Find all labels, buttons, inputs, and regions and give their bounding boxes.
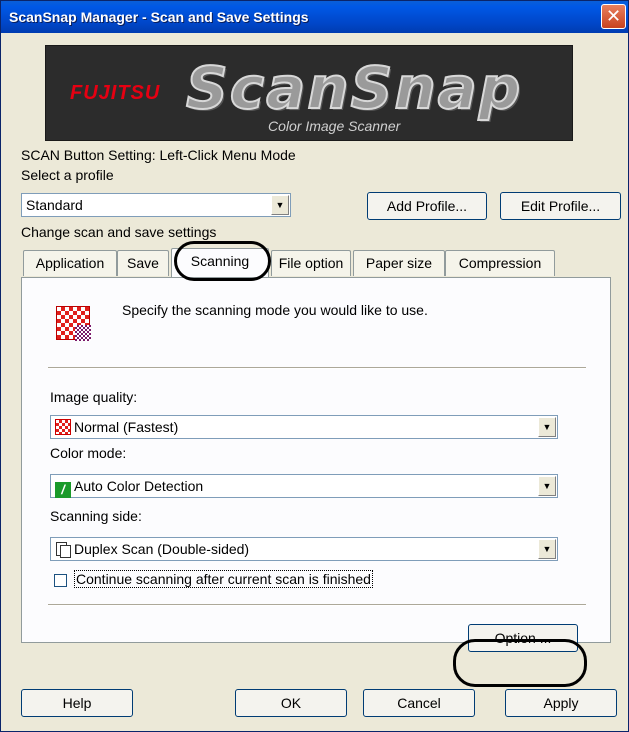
banner-subtitle: Color Image Scanner	[268, 118, 401, 134]
profile-select-value: Standard	[26, 197, 83, 213]
edit-profile-button[interactable]: Edit Profile...	[500, 192, 621, 220]
color-mode-select[interactable]: / Auto Color Detection ▼	[50, 474, 558, 498]
scanning-side-select[interactable]: Duplex Scan (Double-sided) ▼	[50, 537, 558, 561]
auto-color-icon: /	[55, 482, 71, 498]
ok-button[interactable]: OK	[235, 689, 347, 717]
chevron-down-icon[interactable]: ▼	[538, 539, 556, 559]
scanning-side-value: Duplex Scan (Double-sided)	[74, 541, 250, 557]
color-mode-label: Color mode:	[50, 445, 127, 461]
duplex-document-icon	[55, 541, 71, 558]
scan-save-settings-window: ScanSnap Manager - Scan and Save Setting…	[0, 0, 629, 732]
select-profile-label: Select a profile	[21, 167, 114, 183]
image-quality-label: Image quality:	[50, 389, 138, 405]
scansnap-logo: ScanSnap	[185, 53, 523, 123]
scanning-description: Specify the scanning mode you would like…	[122, 302, 428, 318]
checkered-quality-icon	[55, 419, 71, 435]
divider	[48, 367, 586, 369]
chevron-down-icon[interactable]: ▼	[538, 417, 556, 437]
divider	[48, 604, 586, 606]
tab-application[interactable]: Application	[23, 250, 117, 276]
settings-heading: Change scan and save settings	[21, 224, 217, 240]
scanning-side-label: Scanning side:	[50, 508, 142, 524]
cancel-button[interactable]: Cancel	[363, 689, 475, 717]
title-bar[interactable]: ScanSnap Manager - Scan and Save Setting…	[1, 1, 628, 33]
option-button[interactable]: Option ...	[468, 624, 578, 652]
apply-button[interactable]: Apply	[505, 689, 617, 717]
chevron-down-icon[interactable]: ▼	[538, 476, 556, 496]
color-mode-value: Auto Color Detection	[74, 478, 204, 494]
tab-scanning[interactable]: Scanning	[171, 248, 269, 277]
window-title: ScanSnap Manager - Scan and Save Setting…	[9, 9, 309, 25]
close-button[interactable]: ✕	[601, 4, 626, 29]
continue-scanning-checkbox[interactable]	[54, 574, 67, 587]
continue-scanning-label[interactable]: Continue scanning after current scan is …	[74, 570, 373, 588]
profile-select[interactable]: Standard ▼	[21, 193, 291, 217]
scanning-mode-icon	[56, 306, 91, 341]
chevron-down-icon[interactable]: ▼	[271, 195, 289, 215]
close-icon: ✕	[605, 6, 622, 26]
help-button[interactable]: Help	[21, 689, 133, 717]
scanning-tab-panel: Specify the scanning mode you would like…	[21, 277, 611, 652]
image-quality-value: Normal (Fastest)	[74, 419, 179, 435]
scan-button-setting-label: SCAN Button Setting: Left-Click Menu Mod…	[21, 147, 296, 163]
fujitsu-logo: FUJITSU	[70, 82, 161, 104]
tab-compression[interactable]: Compression	[445, 250, 555, 276]
tab-file-option[interactable]: File option	[271, 250, 351, 276]
image-quality-select[interactable]: Normal (Fastest) ▼	[50, 415, 558, 439]
scansnap-logo-banner: FUJITSU ScanSnap Color Image Scanner	[45, 45, 573, 141]
tab-save[interactable]: Save	[117, 250, 169, 276]
add-profile-button[interactable]: Add Profile...	[367, 192, 487, 220]
tab-paper-size[interactable]: Paper size	[353, 250, 445, 276]
